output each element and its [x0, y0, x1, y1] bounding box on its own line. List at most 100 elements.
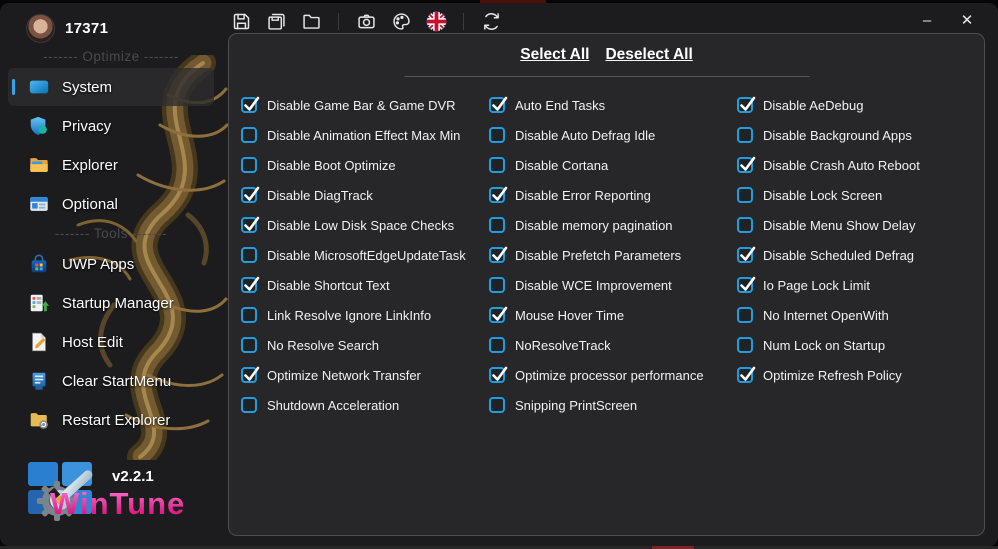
checkbox-unchecked[interactable] [241, 307, 257, 323]
sidebar-item-explorer[interactable]: Explorer [8, 146, 214, 184]
startup-manager-icon [28, 292, 50, 314]
sidebar-item-host-edit[interactable]: Host Edit [8, 323, 214, 361]
tweak-row[interactable]: Disable Background Apps [737, 120, 985, 150]
tweak-row[interactable]: Optimize Network Transfer [241, 360, 489, 390]
checkbox-unchecked[interactable] [241, 127, 257, 143]
checkbox-unchecked[interactable] [737, 217, 753, 233]
tweak-row[interactable]: Disable MicrosoftEdgeUpdateTask [241, 240, 489, 270]
uk-flag-icon [426, 11, 447, 32]
checkbox-checked[interactable] [737, 156, 756, 173]
checkbox-unchecked[interactable] [241, 157, 257, 173]
checkbox-unchecked[interactable] [489, 397, 505, 413]
language-button[interactable] [423, 9, 449, 35]
tweak-row[interactable]: Disable Game Bar & Game DVR [241, 90, 489, 120]
checkbox-unchecked[interactable] [241, 397, 257, 413]
checkbox-checked[interactable] [737, 366, 756, 383]
checkbox-checked[interactable] [489, 246, 508, 263]
tweak-row[interactable]: Disable Auto Defrag Idle [489, 120, 737, 150]
tweak-row[interactable]: Snipping PrintScreen [489, 390, 737, 420]
tweaks-column-1: Disable Game Bar & Game DVR Disable Anima… [241, 90, 489, 420]
tweak-row[interactable]: No Internet OpenWith [737, 300, 985, 330]
tweak-label: Optimize Refresh Policy [763, 367, 902, 383]
tweak-row[interactable]: Disable Scheduled Defrag [737, 240, 985, 270]
tweak-row[interactable]: Optimize processor performance [489, 360, 737, 390]
checkbox-unchecked[interactable] [241, 337, 257, 353]
tweaks-column-2: Auto End Tasks Disable Auto Defrag Idle Di… [489, 90, 737, 420]
checkbox-checked[interactable] [241, 216, 260, 233]
checkbox-checked[interactable] [489, 186, 508, 203]
sidebar-item-clear-startmenu[interactable]: Clear StartMenu [8, 362, 214, 400]
sidebar-section-separator: ------- Optimize ------- [43, 49, 179, 64]
checkbox-checked[interactable] [737, 96, 756, 113]
refresh-button[interactable] [478, 9, 504, 35]
tweak-row[interactable]: Disable Menu Show Delay [737, 210, 985, 240]
deselect-all-button[interactable]: Deselect All [605, 46, 692, 64]
tweak-row[interactable]: Disable Crash Auto Reboot [737, 150, 985, 180]
tweak-row[interactable]: Auto End Tasks [489, 90, 737, 120]
tweak-row[interactable]: No Resolve Search [241, 330, 489, 360]
tweak-row[interactable]: Disable Shortcut Text [241, 270, 489, 300]
tweak-row[interactable]: Disable DiagTrack [241, 180, 489, 210]
open-file-button[interactable] [298, 9, 324, 35]
user-avatar[interactable] [26, 14, 55, 43]
sidebar-nav: ------- Optimize ------- System Privacy Exp… [8, 47, 214, 440]
checkbox-checked[interactable] [489, 306, 508, 323]
checkbox-unchecked[interactable] [489, 127, 505, 143]
tweak-row[interactable]: Disable Boot Optimize [241, 150, 489, 180]
screenshot-button[interactable] [353, 9, 379, 35]
tweak-row[interactable]: Disable Cortana [489, 150, 737, 180]
sidebar-item-startup-manager[interactable]: Startup Manager [8, 284, 214, 322]
checkbox-unchecked[interactable] [737, 127, 753, 143]
toolbar-separator [463, 13, 464, 30]
save-all-button[interactable] [263, 9, 289, 35]
select-all-button[interactable]: Select All [520, 46, 589, 64]
checkbox-checked[interactable] [489, 366, 508, 383]
tweak-row[interactable]: Disable AeDebug [737, 90, 985, 120]
checkbox-checked[interactable] [737, 276, 756, 293]
tweak-row[interactable]: Optimize Refresh Policy [737, 360, 985, 390]
tweak-row[interactable]: Disable memory pagination [489, 210, 737, 240]
tweak-row[interactable]: Disable Prefetch Parameters [489, 240, 737, 270]
sidebar-item-privacy[interactable]: Privacy [8, 107, 214, 145]
checkbox-checked[interactable] [489, 96, 508, 113]
tweak-label: Disable Auto Defrag Idle [515, 127, 656, 143]
tweak-row[interactable]: Disable Lock Screen [737, 180, 985, 210]
checkbox-unchecked[interactable] [737, 307, 753, 323]
refresh-icon [481, 11, 502, 32]
checkbox-unchecked[interactable] [737, 187, 753, 203]
checkbox-checked[interactable] [241, 96, 260, 113]
theme-button[interactable] [388, 9, 414, 35]
checkbox-unchecked[interactable] [737, 337, 753, 353]
checkbox-checked[interactable] [241, 186, 260, 203]
tweak-label: Disable MicrosoftEdgeUpdateTask [267, 247, 466, 263]
tweak-row[interactable]: Disable Low Disk Space Checks [241, 210, 489, 240]
close-button[interactable]: ✕ [952, 7, 982, 33]
minimize-button[interactable]: – [912, 7, 942, 33]
tweak-row[interactable]: Shutdown Acceleration [241, 390, 489, 420]
checkbox-checked[interactable] [241, 366, 260, 383]
tweak-row[interactable]: Disable Error Reporting [489, 180, 737, 210]
sidebar-item-optional[interactable]: Optional [8, 185, 214, 223]
save-button[interactable] [228, 9, 254, 35]
checkbox-unchecked[interactable] [489, 277, 505, 293]
tweak-row[interactable]: NoResolveTrack [489, 330, 737, 360]
tweak-label: Disable memory pagination [515, 217, 673, 233]
sidebar-item-uwp-apps[interactable]: UWP Apps [8, 245, 214, 283]
checkbox-checked[interactable] [241, 276, 260, 293]
checkbox-checked[interactable] [737, 246, 756, 263]
checkbox-unchecked[interactable] [489, 337, 505, 353]
tweak-row[interactable]: Num Lock on Startup [737, 330, 985, 360]
sidebar-item-system[interactable]: System [8, 68, 214, 106]
tweak-row[interactable]: Disable Animation Effect Max Min [241, 120, 489, 150]
tweak-row[interactable]: Disable WCE Improvement [489, 270, 737, 300]
sidebar-item-restart-explorer[interactable]: Restart Explorer [8, 401, 214, 439]
checkbox-unchecked[interactable] [489, 217, 505, 233]
tweak-row[interactable]: Io Page Lock Limit [737, 270, 985, 300]
toolbar [228, 8, 504, 35]
checkbox-unchecked[interactable] [489, 157, 505, 173]
tweak-row[interactable]: Link Resolve Ignore LinkInfo [241, 300, 489, 330]
tweak-row[interactable]: Mouse Hover Time [489, 300, 737, 330]
checkbox-unchecked[interactable] [241, 247, 257, 263]
clear-startmenu-icon [28, 370, 50, 392]
tweak-label: Num Lock on Startup [763, 337, 886, 353]
